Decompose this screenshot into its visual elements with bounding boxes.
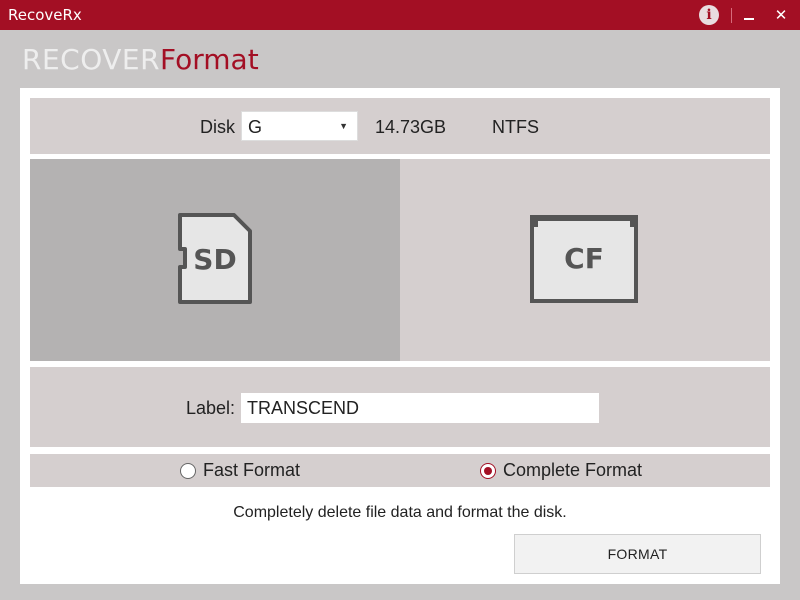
close-icon: ✕ (774, 6, 788, 24)
disk-filesystem: NTFS (492, 117, 539, 137)
sd-card-option[interactable]: SD (30, 159, 400, 361)
app-title: RecoveRx (8, 6, 82, 24)
format-description: Completely delete file data and format t… (233, 504, 567, 521)
complete-format-radio-icon (480, 462, 496, 479)
tab-recover[interactable]: RECOVER (22, 43, 160, 76)
volume-label-row: Label: (30, 367, 770, 447)
dropdown-arrow-icon: ▼ (339, 121, 348, 131)
fast-format-radio[interactable]: Fast Format (180, 460, 300, 481)
volume-label-caption: Label: (186, 398, 236, 418)
format-panel: Disk G ▼ 14.73GB NTFS SD CF Label: TRANS… (20, 88, 780, 584)
disk-size: 14.73GB (375, 117, 447, 137)
close-button[interactable]: ✕ (770, 0, 792, 30)
disk-dropdown[interactable]: G ▼ (241, 111, 358, 141)
disk-row: Disk G ▼ 14.73GB NTFS (30, 98, 770, 154)
volume-label-input[interactable] (241, 393, 599, 423)
fast-format-label: Fast Format (203, 460, 301, 480)
complete-format-radio[interactable]: Complete Format (480, 460, 642, 481)
tab-format[interactable]: Format (160, 43, 259, 76)
fast-format-radio-icon (180, 462, 196, 479)
title-bar: RecoveRx i ✕ (0, 0, 800, 30)
minimize-icon (744, 18, 754, 20)
disk-label: Disk (200, 117, 235, 137)
minimize-button[interactable] (738, 0, 760, 30)
format-button[interactable]: FORMAT (514, 534, 761, 574)
disk-dropdown-value: G (248, 117, 263, 137)
cf-card-option[interactable]: CF (400, 159, 770, 361)
cf-card-label: CF (564, 242, 604, 275)
sd-card-label: SD (193, 243, 236, 276)
sd-card-icon: SD (178, 213, 252, 304)
card-type-selector: SD CF (30, 159, 770, 361)
titlebar-divider (731, 8, 732, 23)
complete-format-label: Complete Format (503, 460, 643, 480)
info-button[interactable]: i (697, 0, 721, 30)
info-icon: i (699, 5, 719, 25)
cf-card-icon: CF (530, 215, 638, 303)
format-mode-row: Fast Format Complete Format (30, 454, 770, 487)
